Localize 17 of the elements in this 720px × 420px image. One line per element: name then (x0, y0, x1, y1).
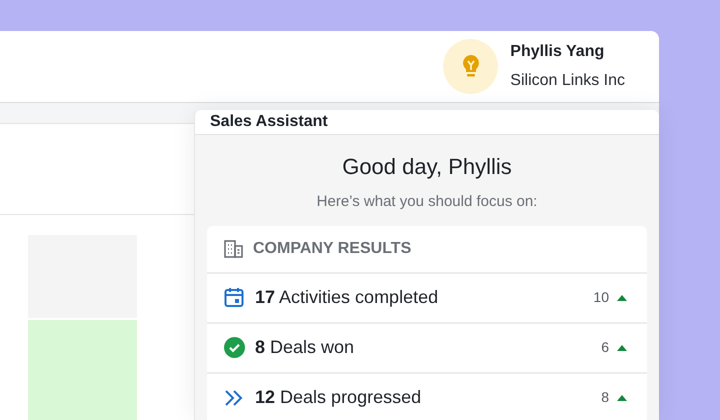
lightbulb-icon (460, 54, 481, 79)
double-chevron-icon (224, 388, 244, 406)
company-name: Silicon Links Inc (510, 71, 625, 92)
previous-count: 10 (593, 288, 609, 307)
user-name: Phyllis Yang (510, 42, 606, 62)
previous-count: 8 (601, 388, 609, 407)
greeting: Good day, Phyllis (342, 153, 512, 181)
result-label: 12 Deals progressed (255, 386, 422, 409)
panel-title: Sales Assistant (210, 112, 328, 132)
section-heading: COMPANY RESULTS (253, 238, 412, 258)
result-label: 8 Deals won (255, 336, 354, 359)
focus-subtitle: Here’s what you should focus on: (316, 192, 538, 212)
calendar-icon (224, 287, 244, 308)
building-icon (224, 240, 243, 258)
check-circle-icon (224, 337, 244, 358)
result-label: 17 Activities completed (255, 286, 438, 309)
previous-count: 6 (601, 338, 609, 357)
